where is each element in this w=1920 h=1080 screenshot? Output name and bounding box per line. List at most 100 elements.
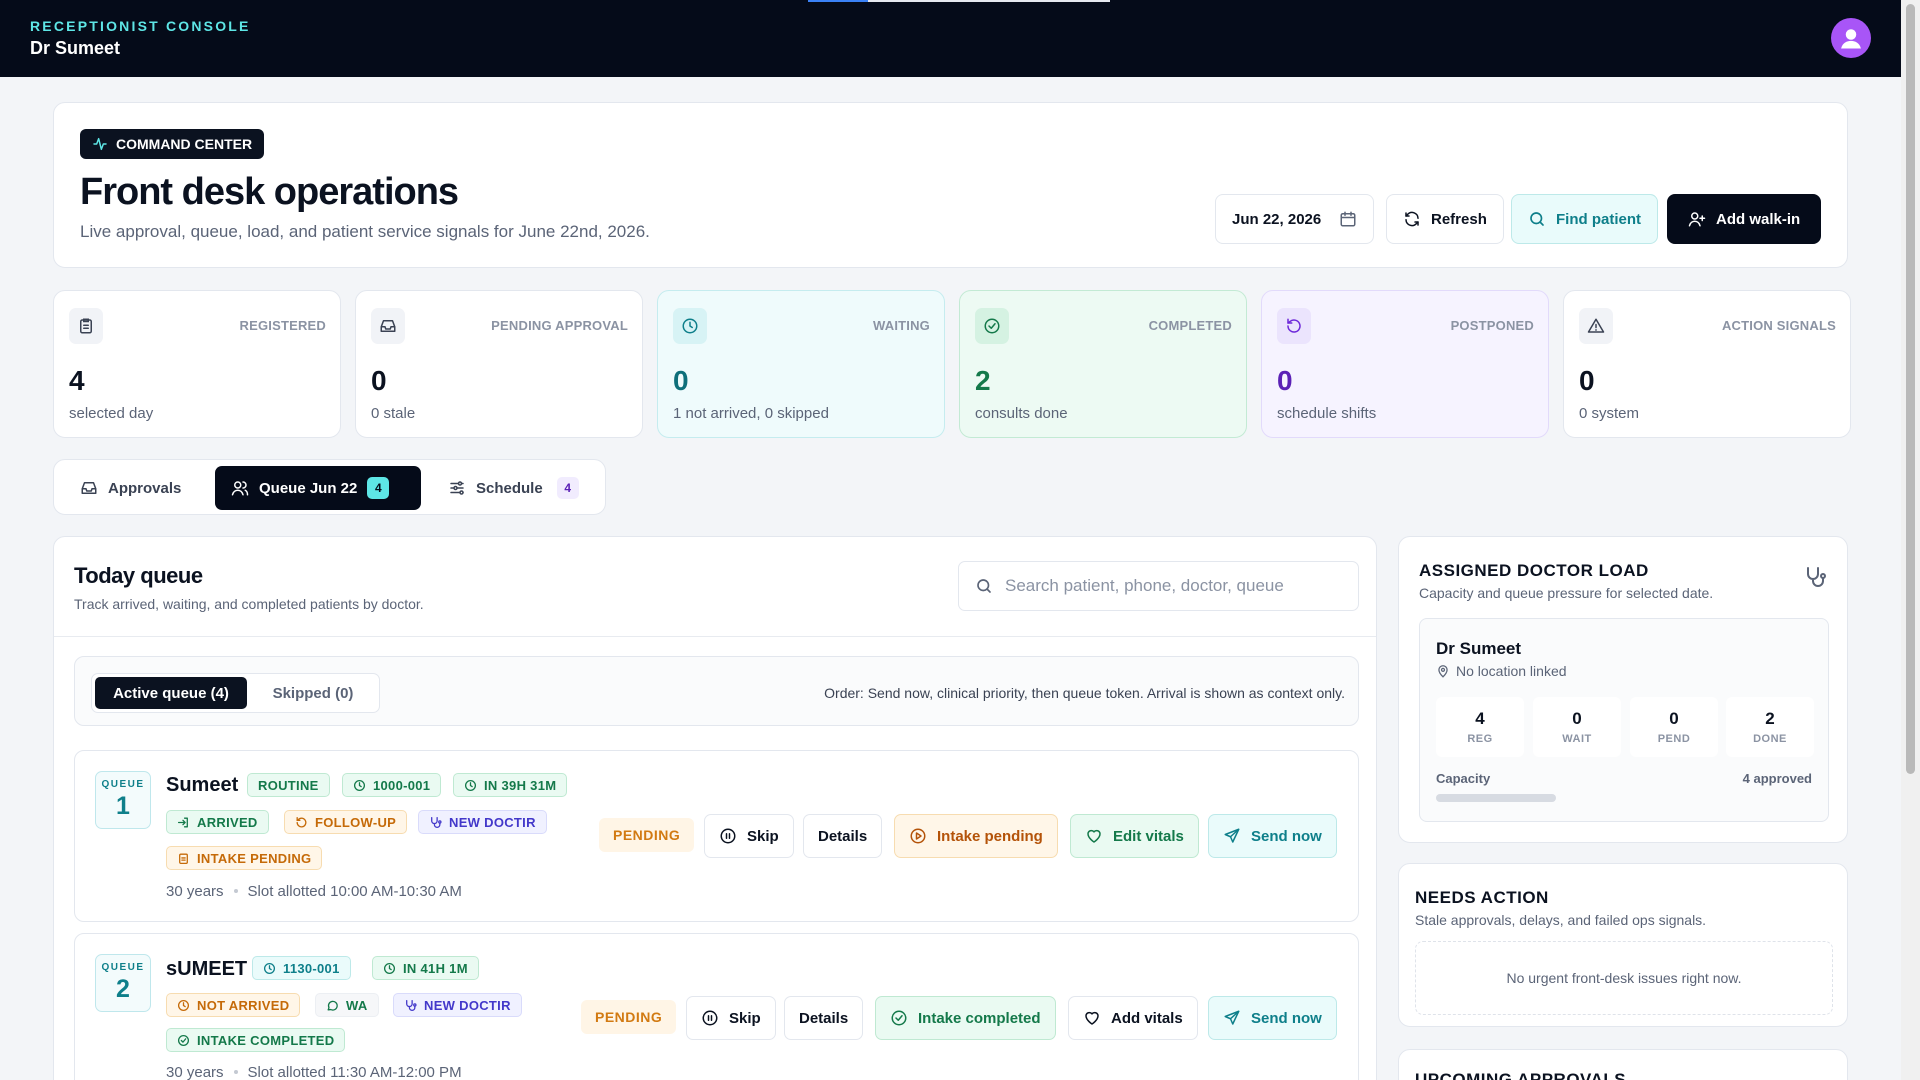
stat-note: consults done [975,405,1068,422]
details-button[interactable]: Details [803,814,883,858]
clock-icon [263,962,276,974]
skip-label: Skip [747,827,779,845]
intake-pending-label: Intake pending [937,827,1043,845]
activity-icon [93,137,107,151]
stat-value: 0 [673,365,689,396]
queue-filter-bar: Active queue (4) Skipped (0) Order: Send… [74,656,1359,726]
divider [54,636,1376,637]
tab-count-badge: 4 [556,477,579,499]
visit-type-badge: WA [315,993,379,1017]
intake-badge: INTAKE PENDING [166,846,323,870]
metric-wait: 0 WAIT [1533,697,1621,757]
send-now-label: Send now [1251,1009,1322,1027]
stat-card-waiting[interactable]: WAITING 0 1 not arrived, 0 skipped [657,290,945,438]
skip-button[interactable]: Skip [704,814,794,858]
search-icon [1530,212,1544,226]
patient-name[interactable]: Sumeet [166,774,238,797]
check-circle-icon [177,1034,190,1046]
metric-done: 2 DONE [1726,697,1814,757]
clipboard-icon [179,853,188,864]
alert-triangle-icon [1587,318,1605,333]
skip-label: Skip [729,1009,761,1027]
skipped-queue-tab[interactable]: Skipped (0) [250,677,376,709]
avatar[interactable] [1831,18,1871,58]
separator-dot [233,1070,238,1074]
page-subtitle: Live approval, queue, load, and patient … [80,222,650,241]
stat-card-registered[interactable]: REGISTERED 4 selected day [53,290,341,438]
queue-subtitle: Track arrived, waiting, and completed pa… [74,596,424,612]
tab-queue[interactable]: Queue Jun 22 4 [215,466,421,510]
stat-card-postponed[interactable]: POSTPONED 0 schedule shifts [1261,290,1549,438]
token-label: 1130-001 [283,960,340,976]
skip-button[interactable]: Skip [686,996,776,1040]
details-button[interactable]: Details [784,996,864,1040]
patient-age: 30 years [166,1064,224,1080]
eta-label: IN 39H 31M [484,777,557,793]
upcoming-approvals-panel: UPCOMING APPROVALS [1398,1049,1848,1080]
check-circle-icon [891,1010,907,1026]
needs-action-subtitle: Stale approvals, delays, and failed ops … [1415,912,1707,928]
add-walkin-label: Add walk-in [1716,210,1801,228]
stat-label: WAITING [872,318,930,333]
arrival-badge: ARRIVED [166,810,269,834]
capacity-bar [1436,794,1556,802]
capacity-value: 4 approved [1742,771,1812,786]
metric-value: 0 [1669,709,1679,728]
send-icon [1224,1010,1240,1025]
arrival-label: NOT ARRIVED [197,997,290,1013]
stat-icon-box [975,308,1009,344]
intake-pending-button[interactable]: Intake pending [894,814,1058,858]
tab-approvals[interactable]: Approvals [64,466,197,510]
stat-value: 0 [371,365,387,396]
heart-icon [1087,829,1101,843]
refresh-icon [1405,211,1419,227]
doctor-badge: NEW DOCTIR [393,993,522,1017]
send-now-button[interactable]: Send now [1208,814,1337,858]
stat-label: PENDING APPROVAL [491,318,628,333]
intake-completed-label: Intake completed [918,1009,1041,1027]
details-label: Details [818,827,868,845]
clipboard-icon [80,318,92,334]
stethoscope-icon [406,999,417,1011]
stat-card-completed[interactable]: COMPLETED 2 consults done [959,290,1247,438]
stat-icon-box [371,308,405,344]
doctor-load-card[interactable]: Dr Sumeet No location linked 4 REG 0 WAIT … [1419,618,1829,822]
metric-value: 2 [1765,709,1775,728]
add-vitals-button[interactable]: Add vitals [1068,996,1198,1040]
page-scrollbar[interactable] [1901,0,1920,1080]
play-circle-icon [910,828,926,844]
eta-label: IN 41H 1M [403,960,468,976]
tab-label: Queue Jun 22 [259,479,358,497]
doctor-load-title: ASSIGNED DOCTOR LOAD [1419,561,1649,580]
search-placeholder: Search patient, phone, doctor, queue [1005,576,1284,595]
inbox-icon [81,482,97,494]
add-walkin-button[interactable]: Add walk-in [1667,194,1822,244]
tab-schedule[interactable]: Schedule 4 [432,466,595,510]
tab-label: Schedule [476,479,543,497]
intake-badge: INTAKE COMPLETED [166,1028,346,1052]
eta-badge: IN 39H 31M [453,773,568,797]
doctor-label: NEW DOCTIR [424,997,511,1013]
active-queue-tab[interactable]: Active queue (4) [95,677,247,709]
send-now-button[interactable]: Send now [1208,996,1337,1040]
token-badge: 1130-001 [252,956,351,980]
needs-action-title: NEEDS ACTION [1415,888,1549,907]
stat-label: POSTPONED [1450,318,1534,333]
log-in-icon [177,817,188,827]
patient-name[interactable]: sUMEET [166,958,247,981]
patient-meta: 30 years Slot allotted 10:00 AM-10:30 AM [166,883,462,900]
eta-badge: IN 41H 1M [372,956,479,980]
scrollbar-thumb[interactable] [1906,4,1915,774]
date-picker-button[interactable]: Jun 22, 2026 [1215,194,1374,244]
stat-card-pending-approval[interactable]: PENDING APPROVAL 0 0 stale [355,290,643,438]
doctor-location: No location linked [1436,663,1567,679]
stat-icon-box [673,308,707,344]
add-vitals-label: Add vitals [1111,1009,1183,1027]
upcoming-approvals-title: UPCOMING APPROVALS [1415,1070,1627,1080]
queue-search-input[interactable]: Search patient, phone, doctor, queue [958,561,1359,611]
intake-completed-button[interactable]: Intake completed [875,996,1056,1040]
refresh-button[interactable]: Refresh [1386,194,1504,244]
find-patient-button[interactable]: Find patient [1511,194,1658,244]
stat-card-action-signals[interactable]: ACTION SIGNALS 0 0 system [1563,290,1851,438]
edit-vitals-button[interactable]: Edit vitals [1070,814,1199,858]
